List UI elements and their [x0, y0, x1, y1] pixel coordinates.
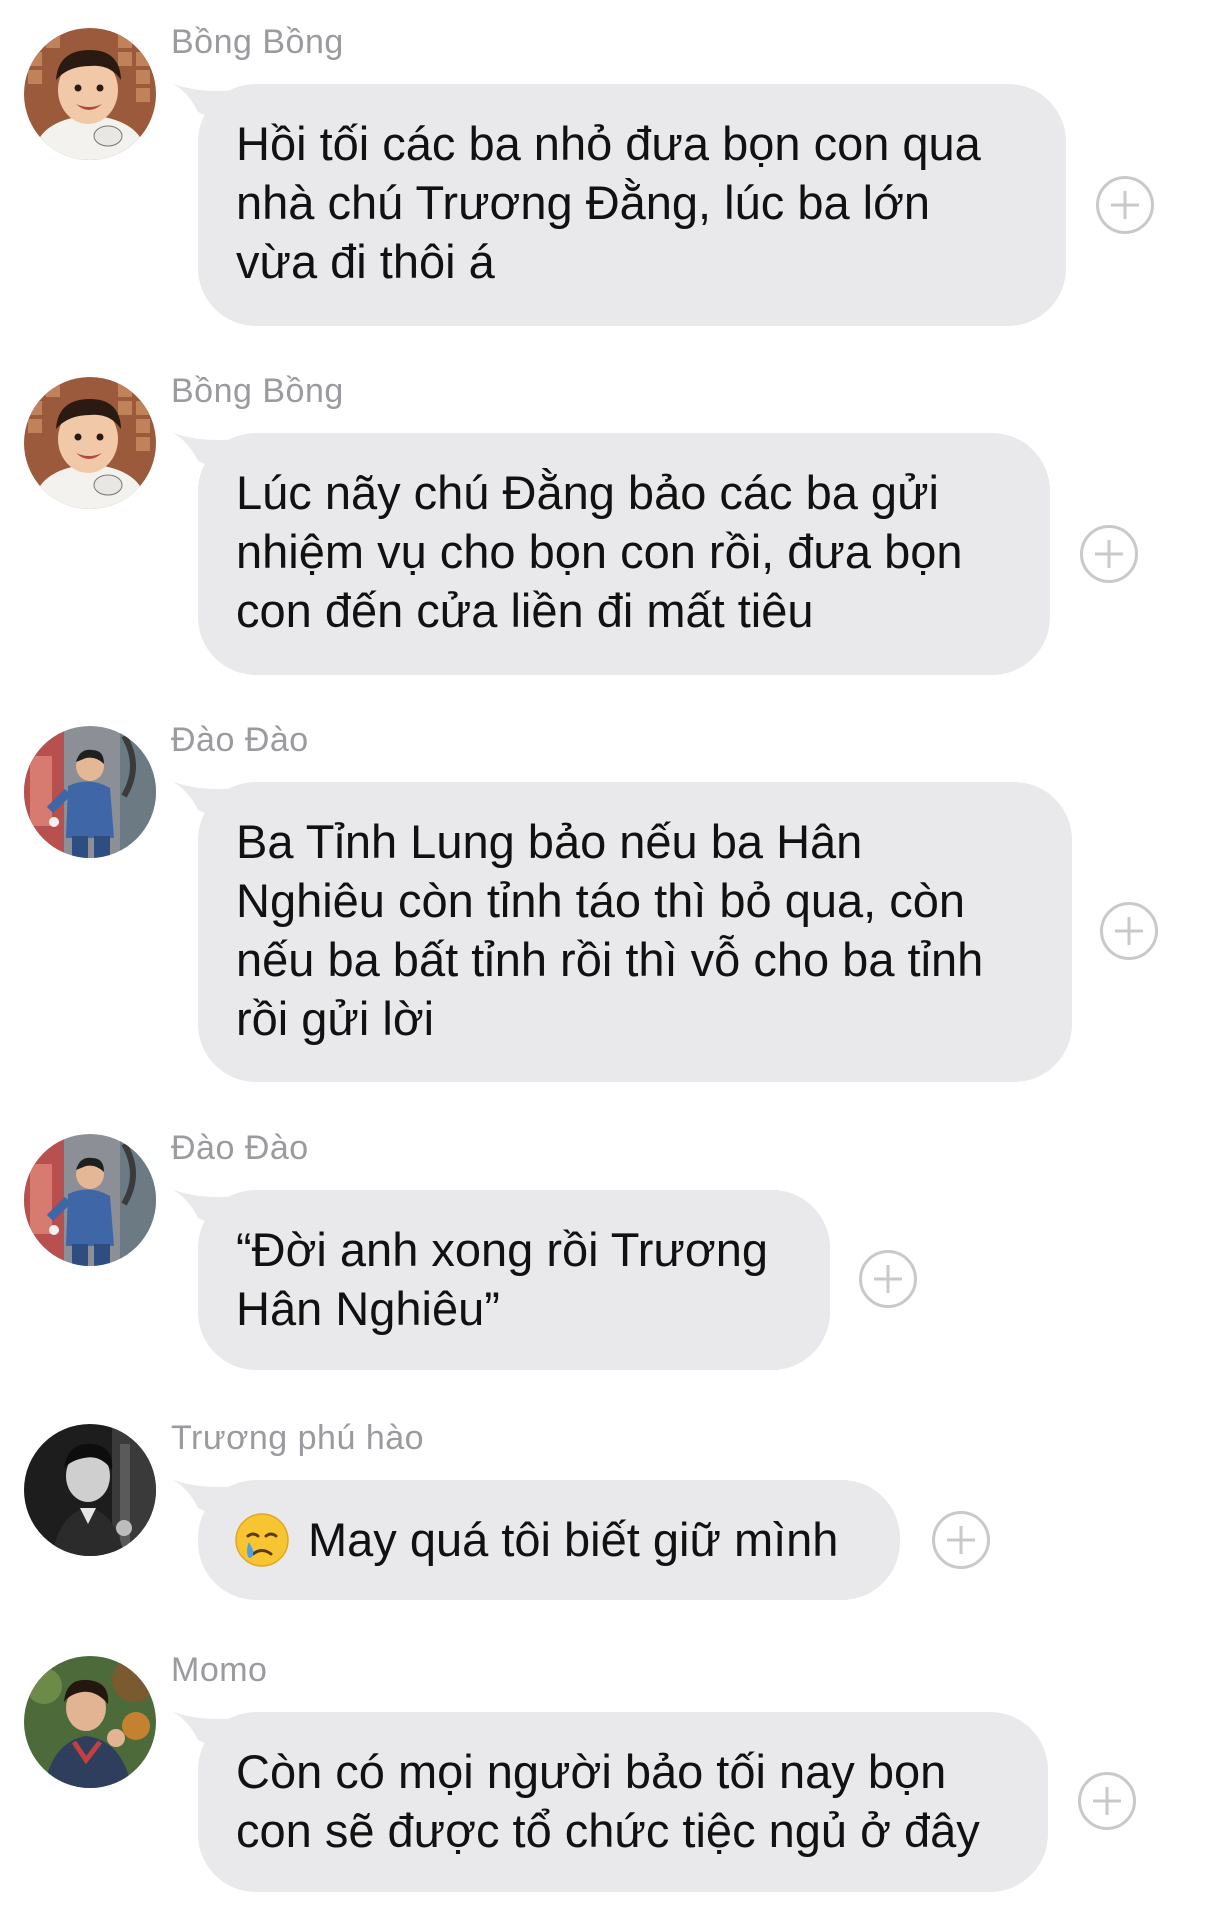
add-reaction-icon[interactable] — [932, 1511, 990, 1569]
crying-face-emoji — [234, 1512, 290, 1568]
chat-thread: Bồng Bồng Hồi tối các ba nhỏ đưa bọn con… — [0, 0, 1219, 1920]
message-bubble[interactable]: Lúc nãy chú Đằng bảo các ba gửi nhiệm vụ… — [198, 433, 1050, 675]
message-bubble[interactable]: “Đời anh xong rồi Trương Hân Nghiêu” — [198, 1190, 830, 1370]
child-playing-avatar[interactable] — [24, 1134, 156, 1266]
sender-name: Trương phú hào — [171, 1419, 425, 1457]
add-reaction-icon[interactable] — [1080, 525, 1138, 583]
message-text: “Đời anh xong rồi Trương Hân Nghiêu” — [236, 1223, 768, 1335]
message-text: Còn có mọi người bảo tối nay bọn con sẽ … — [236, 1745, 980, 1857]
message-bubble[interactable]: May quá tôi biết giữ mình — [198, 1480, 900, 1600]
sender-name: Đào Đào — [171, 1129, 309, 1167]
add-reaction-icon[interactable] — [1100, 902, 1158, 960]
message-bubble[interactable]: Còn có mọi người bảo tối nay bọn con sẽ … — [198, 1712, 1048, 1892]
add-reaction-icon[interactable] — [1096, 176, 1154, 234]
message-text: Lúc nãy chú Đằng bảo các ba gửi nhiệm vụ… — [236, 466, 963, 637]
sender-name: Momo — [171, 1651, 268, 1689]
add-reaction-icon[interactable] — [1078, 1772, 1136, 1830]
sender-name: Bồng Bồng — [171, 372, 344, 410]
black-white-portrait-avatar[interactable] — [24, 1424, 156, 1556]
message-text: Hồi tối các ba nhỏ đưa bọn con qua nhà c… — [236, 117, 981, 288]
message-text: May quá tôi biết giữ mình — [308, 1513, 839, 1566]
sender-name: Bồng Bồng — [171, 23, 344, 61]
message-bubble[interactable]: Ba Tỉnh Lung bảo nếu ba Hân Nghiêu còn t… — [198, 782, 1072, 1082]
message-bubble[interactable]: Hồi tối các ba nhỏ đưa bọn con qua nhà c… — [198, 84, 1066, 326]
message-text: Ba Tỉnh Lung bảo nếu ba Hân Nghiêu còn t… — [236, 815, 984, 1045]
child-portrait-avatar[interactable] — [24, 377, 156, 509]
child-portrait-avatar[interactable] — [24, 28, 156, 160]
sender-name: Đào Đào — [171, 721, 309, 759]
add-reaction-icon[interactable] — [859, 1250, 917, 1308]
child-outdoor-avatar[interactable] — [24, 1656, 156, 1788]
child-playing-avatar[interactable] — [24, 726, 156, 858]
